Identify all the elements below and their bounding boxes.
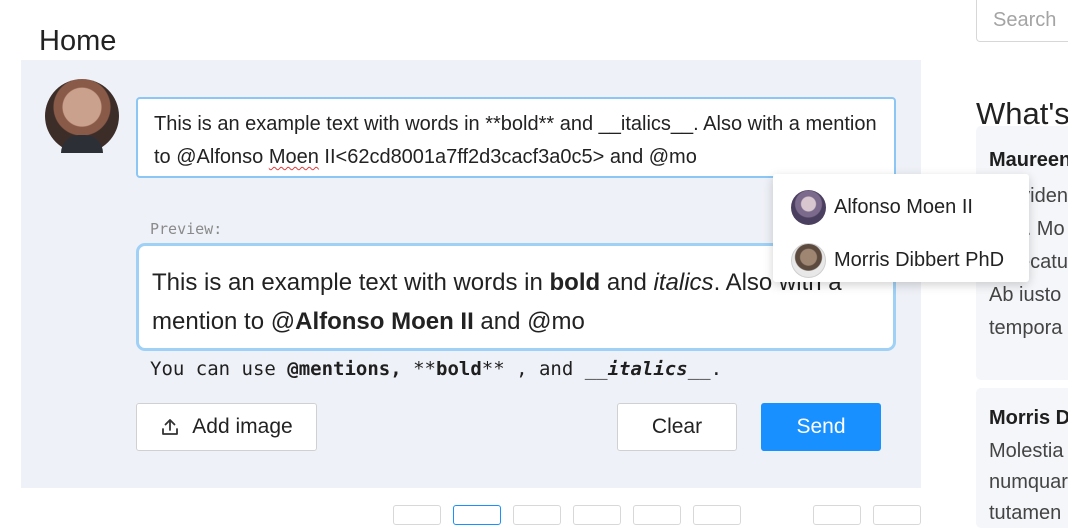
upload-icon [160, 417, 180, 437]
sidebar-post-card[interactable]: Morris D Molestia numquar tutamen [976, 388, 1068, 528]
pagination-button[interactable] [513, 505, 561, 525]
pagination-button[interactable] [693, 505, 741, 525]
avatar [45, 79, 119, 153]
clear-button[interactable]: Clear [617, 403, 737, 451]
mention-option[interactable]: Alfonso Moen II [773, 181, 1029, 234]
preview-label: Preview: [150, 220, 223, 238]
add-image-button[interactable]: Add image [136, 403, 317, 451]
pagination-button[interactable] [453, 505, 501, 525]
pagination-button[interactable] [813, 505, 861, 525]
mention: Alfonso Moen II [295, 308, 474, 335]
mention-option[interactable]: Morris Dibbert PhD [773, 234, 1029, 287]
spelling-error: Moen [268, 146, 319, 168]
page-title: Home [39, 25, 117, 58]
mention-suggestions: Alfonso Moen II Morris Dibbert PhD [773, 174, 1029, 282]
send-button[interactable]: Send [761, 403, 881, 451]
search-input[interactable] [976, 0, 1068, 42]
post-body: Molestia numquar tutamen [989, 440, 1068, 524]
pagination-button[interactable] [393, 505, 441, 525]
avatar [791, 190, 826, 225]
formatting-hint: You can use @mentions, **bold** , and __… [150, 358, 723, 380]
post-author: Maureen [989, 149, 1068, 171]
avatar [791, 243, 826, 278]
pagination-button[interactable] [573, 505, 621, 525]
pagination-button[interactable] [633, 505, 681, 525]
add-image-label: Add image [192, 415, 293, 438]
pagination-button[interactable] [873, 505, 921, 525]
post-author: Morris D [989, 407, 1068, 429]
post-text-input[interactable]: This is an example text with words in **… [136, 97, 896, 178]
